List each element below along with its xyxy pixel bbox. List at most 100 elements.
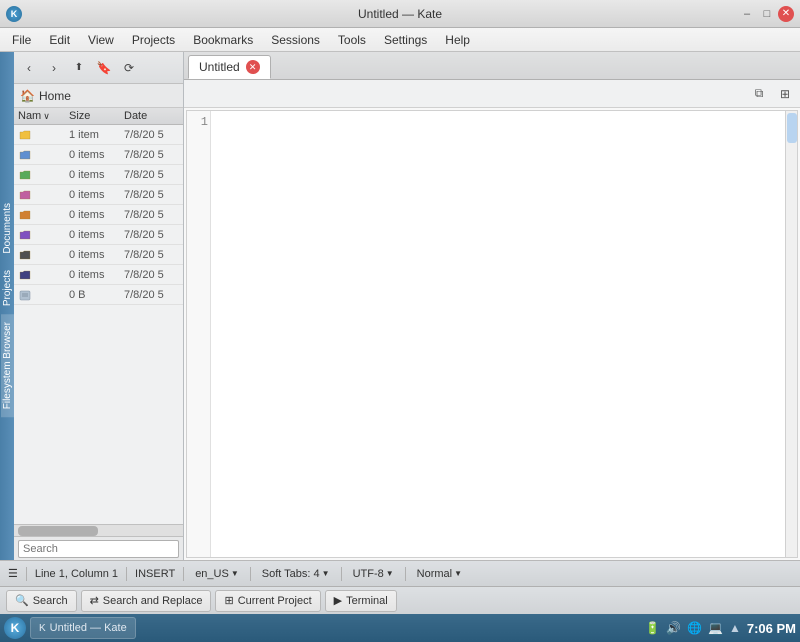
table-row[interactable]: 0 items7/8/20 5 bbox=[14, 265, 183, 285]
file-icon bbox=[18, 208, 32, 222]
current-project-button[interactable]: ⊞ Current Project bbox=[215, 590, 320, 612]
sort-chevron-icon: ∨ bbox=[43, 111, 50, 122]
sidebar-item-projects[interactable]: Projects bbox=[1, 262, 14, 314]
menu-item-projects[interactable]: Projects bbox=[124, 31, 183, 49]
editor-scrollbar-vertical[interactable] bbox=[785, 111, 797, 557]
line-ending-dropdown[interactable]: Normal ▼ bbox=[414, 567, 465, 581]
status-sep-6 bbox=[405, 567, 406, 581]
new-window-button[interactable]: ⧉ bbox=[748, 83, 770, 105]
project-icon: ⊞ bbox=[224, 594, 233, 607]
sidebar-item-filesystem[interactable]: Filesystem Browser bbox=[1, 314, 14, 417]
col-name-header[interactable]: Nam ∨ bbox=[18, 110, 69, 122]
menu-item-bookmarks[interactable]: Bookmarks bbox=[185, 31, 261, 49]
split-button[interactable]: ⊞ bbox=[774, 83, 796, 105]
table-row[interactable]: 0 items7/8/20 5 bbox=[14, 145, 183, 165]
terminal-icon: ▶ bbox=[334, 594, 342, 607]
editor-mode: INSERT bbox=[135, 568, 175, 580]
language-dropdown[interactable]: en_US ▼ bbox=[192, 567, 242, 581]
system-clock: 7:06 PM bbox=[747, 621, 796, 636]
file-size: 1 item bbox=[69, 129, 124, 141]
filesystem-browser: ‹ › ⬆ 🔖 ⟳ 🏠 Home Nam ∨ Size Date 1 item7… bbox=[14, 52, 184, 560]
fs-sync-button[interactable]: ⟳ bbox=[118, 57, 140, 79]
file-date: 7/8/20 5 bbox=[124, 229, 179, 241]
window-title: Untitled — Kate bbox=[358, 7, 442, 21]
encoding-arrow-icon: ▼ bbox=[386, 569, 394, 578]
fs-table-header: Nam ∨ Size Date bbox=[14, 108, 183, 125]
project-label: Current Project bbox=[238, 595, 312, 607]
terminal-button[interactable]: ▶ Terminal bbox=[325, 590, 397, 612]
fs-bookmark-button[interactable]: 🔖 bbox=[93, 57, 115, 79]
menu-item-help[interactable]: Help bbox=[437, 31, 478, 49]
editor-tab-untitled[interactable]: Untitled ✕ bbox=[188, 55, 271, 79]
menu-item-settings[interactable]: Settings bbox=[376, 31, 435, 49]
search-replace-label: Search and Replace bbox=[103, 595, 203, 607]
display-icon: 💻 bbox=[708, 621, 723, 635]
file-icon bbox=[18, 228, 32, 242]
table-row[interactable]: 0 B7/8/20 5 bbox=[14, 285, 183, 305]
file-icon bbox=[18, 188, 32, 202]
search-replace-button[interactable]: ⇄ Search and Replace bbox=[81, 590, 212, 612]
fs-scrollbar-horizontal[interactable] bbox=[14, 524, 183, 536]
encoding-dropdown[interactable]: UTF-8 ▼ bbox=[350, 567, 397, 581]
col-size-header[interactable]: Size bbox=[69, 110, 124, 122]
battery-icon: 🔋 bbox=[645, 621, 660, 635]
title-bar: K Untitled — Kate – □ ✕ bbox=[0, 0, 800, 28]
app-icon: K bbox=[6, 6, 22, 22]
editor-area: Untitled ✕ ⧉ ⊞ 1 bbox=[184, 52, 800, 560]
menu-item-file[interactable]: File bbox=[4, 31, 39, 49]
table-row[interactable]: 0 items7/8/20 5 bbox=[14, 165, 183, 185]
table-row[interactable]: 0 items7/8/20 5 bbox=[14, 225, 183, 245]
indent-arrow-icon: ▼ bbox=[322, 569, 330, 578]
breadcrumb-label[interactable]: Home bbox=[39, 89, 71, 103]
fs-breadcrumb: 🏠 Home bbox=[14, 84, 183, 108]
taskbar-kate-window[interactable]: K Untitled — Kate bbox=[30, 617, 136, 639]
menu-item-view[interactable]: View bbox=[80, 31, 122, 49]
editor-textarea[interactable] bbox=[211, 111, 785, 557]
menu-item-tools[interactable]: Tools bbox=[330, 31, 374, 49]
taskbar-app-icon: K bbox=[39, 623, 46, 634]
table-row[interactable]: 1 item7/8/20 5 bbox=[14, 125, 183, 145]
line-numbers: 1 bbox=[187, 111, 211, 557]
status-sep-1 bbox=[26, 567, 27, 581]
fs-up-button[interactable]: ⬆ bbox=[68, 57, 90, 79]
taskbar-right: 🔋 🔊 🌐 💻 ▲ 7:06 PM bbox=[645, 621, 796, 636]
file-icon bbox=[18, 128, 32, 142]
file-date: 7/8/20 5 bbox=[124, 209, 179, 221]
line-ending-label: Normal bbox=[417, 568, 452, 580]
table-row[interactable]: 0 items7/8/20 5 bbox=[14, 205, 183, 225]
fs-search-bar bbox=[14, 536, 183, 560]
search-label: Search bbox=[33, 595, 68, 607]
fs-search-input[interactable] bbox=[18, 540, 179, 558]
file-icon bbox=[18, 248, 32, 262]
file-date: 7/8/20 5 bbox=[124, 129, 179, 141]
fs-back-button[interactable]: ‹ bbox=[18, 57, 40, 79]
status-sep-2 bbox=[126, 567, 127, 581]
indent-dropdown[interactable]: Soft Tabs: 4 ▼ bbox=[259, 567, 333, 581]
close-button[interactable]: ✕ bbox=[778, 6, 794, 22]
file-size: 0 items bbox=[69, 209, 124, 221]
menu-item-sessions[interactable]: Sessions bbox=[263, 31, 328, 49]
tab-close-button[interactable]: ✕ bbox=[246, 60, 260, 74]
sidebar-item-documents[interactable]: Documents bbox=[1, 195, 14, 262]
menu-item-edit[interactable]: Edit bbox=[41, 31, 78, 49]
line-ending-arrow-icon: ▼ bbox=[454, 569, 462, 578]
taskbar-left: K K Untitled — Kate bbox=[4, 617, 136, 639]
fs-forward-button[interactable]: › bbox=[43, 57, 65, 79]
table-row[interactable]: 0 items7/8/20 5 bbox=[14, 245, 183, 265]
fs-toolbar: ‹ › ⬆ 🔖 ⟳ bbox=[14, 52, 183, 84]
status-bar: ☰ Line 1, Column 1 INSERT en_US ▼ Soft T… bbox=[0, 560, 800, 586]
start-button[interactable]: K bbox=[4, 617, 26, 639]
minimize-button[interactable]: – bbox=[738, 5, 756, 23]
file-date: 7/8/20 5 bbox=[124, 249, 179, 261]
table-row[interactable]: 0 items7/8/20 5 bbox=[14, 185, 183, 205]
file-size: 0 items bbox=[69, 149, 124, 161]
home-icon: 🏠 bbox=[20, 89, 35, 103]
list-icon[interactable]: ☰ bbox=[8, 567, 18, 580]
fs-file-list: 1 item7/8/20 5 0 items7/8/20 5 0 items7/… bbox=[14, 125, 183, 524]
search-button[interactable]: 🔍 Search bbox=[6, 590, 77, 612]
file-size: 0 B bbox=[69, 289, 124, 301]
search-icon: 🔍 bbox=[15, 594, 29, 607]
file-date: 7/8/20 5 bbox=[124, 169, 179, 181]
maximize-button[interactable]: □ bbox=[758, 5, 776, 23]
col-date-header[interactable]: Date bbox=[124, 110, 179, 122]
